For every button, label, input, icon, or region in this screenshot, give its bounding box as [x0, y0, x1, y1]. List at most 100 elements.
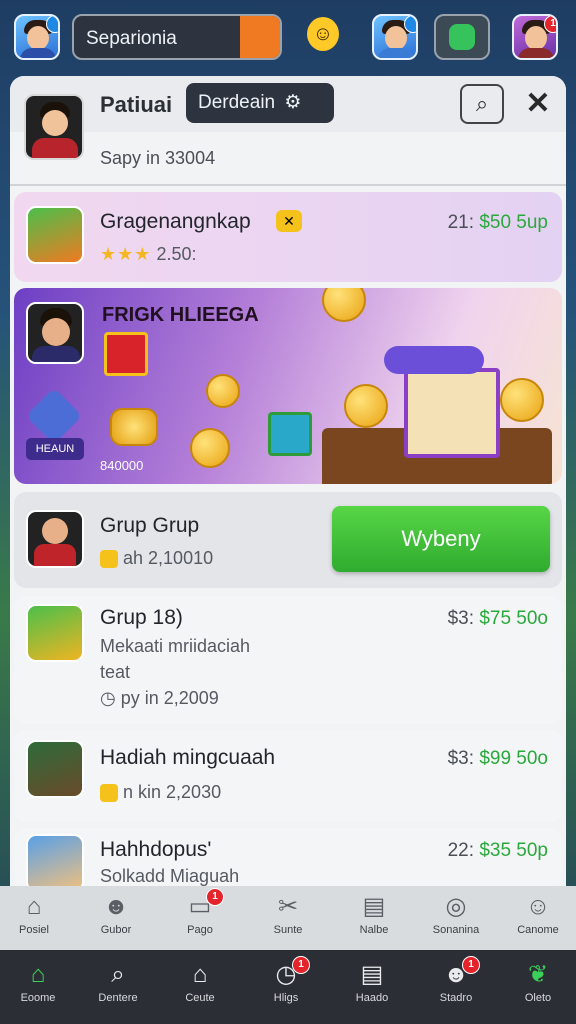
- player-avatar[interactable]: [14, 14, 60, 60]
- nav-item-sunte[interactable]: ✂ Sunte: [252, 892, 324, 936]
- nav-item-eoome[interactable]: ⌂ Eoome: [2, 960, 74, 1004]
- nav-item-sonanina[interactable]: ◎ Sonanina: [420, 892, 492, 936]
- item-meta: ah 2,10010: [100, 548, 213, 569]
- nav-item-ceute[interactable]: ⌂ Ceute: [164, 960, 236, 1004]
- close-button[interactable]: ✕: [518, 84, 558, 124]
- nav-label: Stadro: [439, 992, 473, 1004]
- secondary-nav-bar: ⌂ Posiel ☻ Gubor ▭ 1 Pago ✂ Sunte ▤ Nalb…: [0, 886, 576, 950]
- gift-icon: [104, 332, 148, 376]
- item-description-2: teat: [100, 662, 131, 682]
- search-icon: ⌕: [111, 961, 125, 988]
- promo-banner[interactable]: FRIGK HLIEEGA HEAUN 840000: [14, 288, 562, 484]
- list-item[interactable]: Hadiah mingcuaah n kin 2,2030 $3: $99 50…: [14, 730, 562, 822]
- clock-icon: ◷: [100, 688, 116, 708]
- nav-item-oleto[interactable]: ❦ Oleto: [502, 960, 574, 1004]
- nav-item-stadro[interactable]: ☻ 1 Stadro: [420, 956, 492, 1004]
- notification-badge: 1: [292, 956, 310, 974]
- user-avatar[interactable]: [24, 94, 84, 160]
- diamond-icon: [25, 387, 83, 445]
- nav-item-posiel[interactable]: ⌂ Posiel: [0, 892, 70, 936]
- search-button[interactable]: ⌕: [460, 84, 504, 124]
- nav-label: Nalbe: [359, 924, 389, 936]
- divider: [10, 184, 566, 186]
- top-bar: Separionia ☺ 1: [0, 0, 576, 76]
- panel-subtitle: Sapy in 33004: [100, 148, 216, 168]
- emoji-icon: [100, 784, 118, 803]
- bottom-nav-bar: ⌂ Eoome ⌕ Dentere ⌂ Ceute ◷ 1 Hligs ▤ Ha…: [0, 950, 576, 1024]
- notification-badge: [46, 16, 58, 33]
- ribbon-icon: [384, 346, 484, 374]
- badge-icon: ✕: [276, 210, 302, 232]
- user-avatar: [26, 510, 84, 568]
- panel-header: Patiuai Derdeain ⚙ ⌕ ✕: [10, 76, 566, 160]
- tools-icon: ✂: [277, 893, 299, 920]
- nav-label: Pago: [187, 924, 213, 936]
- nav-label: Ceute: [185, 992, 215, 1004]
- item-price: $3: $75 50o: [447, 608, 548, 629]
- item-description: Mekaati mriidaciah: [100, 636, 251, 656]
- item-description: Solkadd Miaguah: [100, 866, 240, 886]
- coin-stack-icon: [344, 384, 388, 428]
- coins-icon: ◎: [445, 893, 467, 920]
- profile-icon: ☺: [525, 893, 551, 920]
- nav-item-canome[interactable]: ☺ Canome: [502, 892, 574, 936]
- nav-item-hligs[interactable]: ◷ 1 Hligs: [250, 956, 322, 1004]
- nav-item-dentere[interactable]: ⌕ Dentere: [82, 960, 154, 1004]
- main-panel: Patiuai Derdeain ⚙ ⌕ ✕ Sapy in 33004 Gra…: [10, 76, 566, 886]
- item-price: 21: $50 5up: [447, 212, 548, 233]
- puzzle-icon[interactable]: [434, 14, 490, 60]
- avatar-icon: ☻: [103, 893, 129, 920]
- gift-box-icon: [26, 206, 84, 264]
- emoji-icon[interactable]: ☺: [307, 17, 339, 51]
- search-bar[interactable]: Separionia: [72, 14, 282, 60]
- search-icon: ⌕: [475, 91, 489, 116]
- list-item[interactable]: Grup 18) Mekaati mriidaciah teat ◷ py in…: [14, 596, 562, 724]
- item-rating: ★★★ 2.50:: [100, 244, 197, 264]
- emoji-icon: [100, 550, 118, 569]
- puzzle-piece-icon: [110, 408, 158, 446]
- nav-item-gubor[interactable]: ☻ Gubor: [80, 892, 152, 936]
- notification-badge: 1: [206, 888, 224, 906]
- nav-label: Haado: [355, 992, 389, 1004]
- home-icon: ⌂: [30, 961, 46, 988]
- claim-button[interactable]: Wybeny: [332, 506, 550, 572]
- search-submit-button[interactable]: [240, 16, 280, 58]
- profile-avatar[interactable]: 1: [512, 14, 558, 60]
- list-item[interactable]: Gragenangnkap ✕ ★★★ 2.50: 21: $50 5up: [14, 192, 562, 282]
- gift-box-icon: [26, 604, 84, 662]
- category-dropdown[interactable]: Derdeain ⚙: [186, 83, 334, 123]
- promo-avatar: [26, 302, 84, 364]
- close-icon: ✕: [525, 87, 551, 120]
- gear-icon: ⚙: [284, 92, 302, 113]
- item-name: Hahhdopus': [100, 838, 212, 861]
- item-name: Grup Grup: [100, 514, 200, 537]
- item-price: $3: $99 50o: [447, 748, 548, 769]
- list-item[interactable]: Hahhdopus' Solkadd Miaguah 22: $35 50p: [14, 828, 562, 886]
- nav-item-pago[interactable]: ▭ 1 Pago: [164, 888, 236, 936]
- item-price: 22: $35 50p: [447, 840, 548, 861]
- note-icon: ▤: [362, 893, 386, 920]
- item-name: Hadiah mingcuaah: [100, 746, 276, 769]
- nav-label: Canome: [517, 924, 559, 936]
- nav-label: Hligs: [273, 992, 299, 1004]
- notification-badge: 1: [462, 956, 480, 974]
- list-item[interactable]: Grup Grup ah 2,10010 Wybeny: [14, 492, 562, 588]
- nav-item-haado[interactable]: ▤ Haado: [336, 960, 408, 1004]
- promo-tag: HEAUN: [26, 438, 84, 460]
- notification-badge: [404, 16, 416, 33]
- panel-title: Patiuai: [100, 92, 173, 117]
- nav-item-nalbe[interactable]: ▤ Nalbe: [338, 892, 410, 936]
- item-name: Grup 18): [100, 606, 183, 629]
- house-icon: ⌂: [192, 961, 208, 988]
- home-icon: ⌂: [26, 893, 42, 920]
- nav-label: Dentere: [98, 992, 138, 1004]
- friend-avatar[interactable]: [372, 14, 418, 60]
- promo-title: FRIGK HLIEEGA: [102, 304, 259, 326]
- coin-icon: [190, 428, 230, 468]
- stars-icon: ★★★: [100, 244, 152, 264]
- gift-icon: [268, 412, 312, 456]
- item-meta: n kin 2,2030: [100, 782, 221, 803]
- character-icon: [26, 740, 84, 798]
- leaf-icon: ❦: [527, 961, 549, 988]
- notification-badge: 1: [544, 16, 556, 33]
